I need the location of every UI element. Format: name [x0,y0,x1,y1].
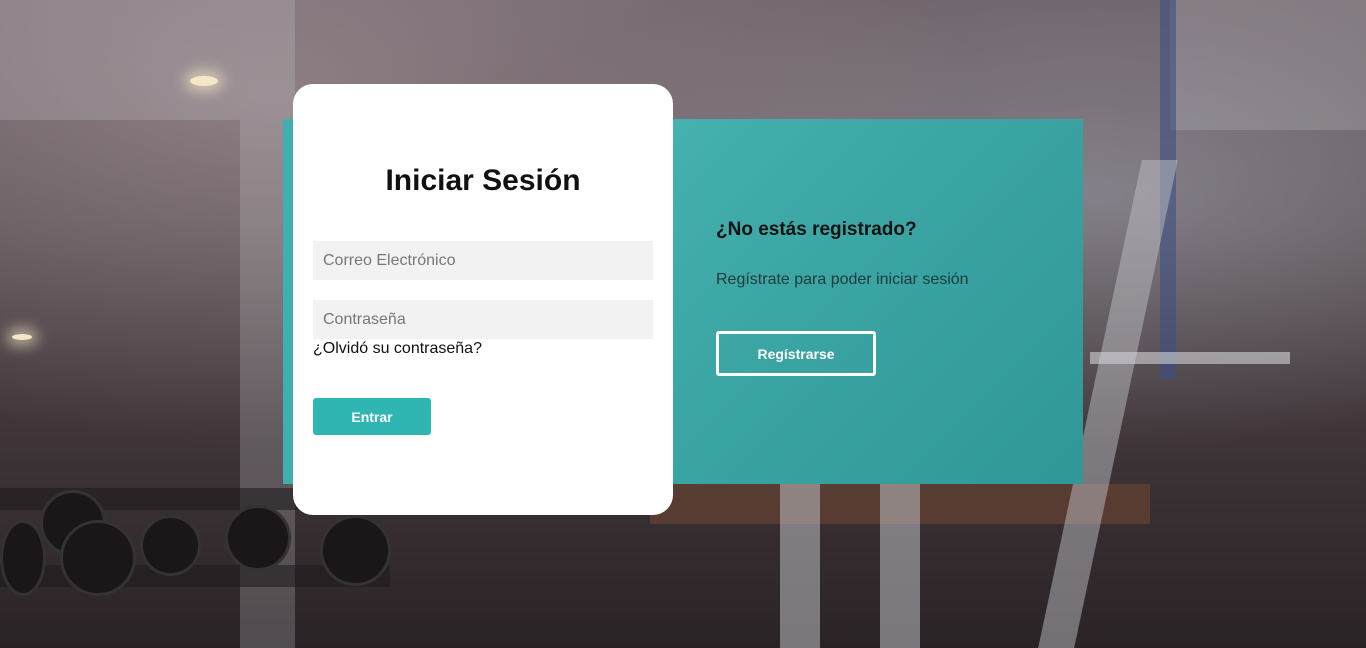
wall-light [12,334,32,340]
email-field[interactable] [313,241,653,280]
rack-leg [880,484,920,648]
dumbbell [60,520,136,596]
register-title: ¿No estás registrado? [716,219,917,240]
password-field[interactable] [313,300,653,339]
dumbbell [320,515,391,586]
register-button[interactable]: Regístrarse [716,331,876,376]
dumbbell [140,515,201,576]
barbell [1090,352,1290,364]
rack-leg [780,484,820,648]
forgot-password-link[interactable]: ¿Olvidó su contraseña? [313,340,482,358]
ceiling-tiles-right [1170,0,1366,130]
ceiling-light [190,76,218,86]
register-section: ¿No estás registrado? Regístrate para po… [716,220,1056,288]
dumbbell [225,505,291,571]
login-button[interactable]: Entrar [313,398,431,435]
dumbbell [0,520,46,596]
page-title: Iniciar Sesión [385,164,581,197]
register-description: Regístrate para poder iniciar sesión [716,271,969,288]
login-card: Iniciar Sesión ¿Olvidó su contraseña? En… [293,84,673,515]
ceiling-tiles-left [0,0,240,120]
